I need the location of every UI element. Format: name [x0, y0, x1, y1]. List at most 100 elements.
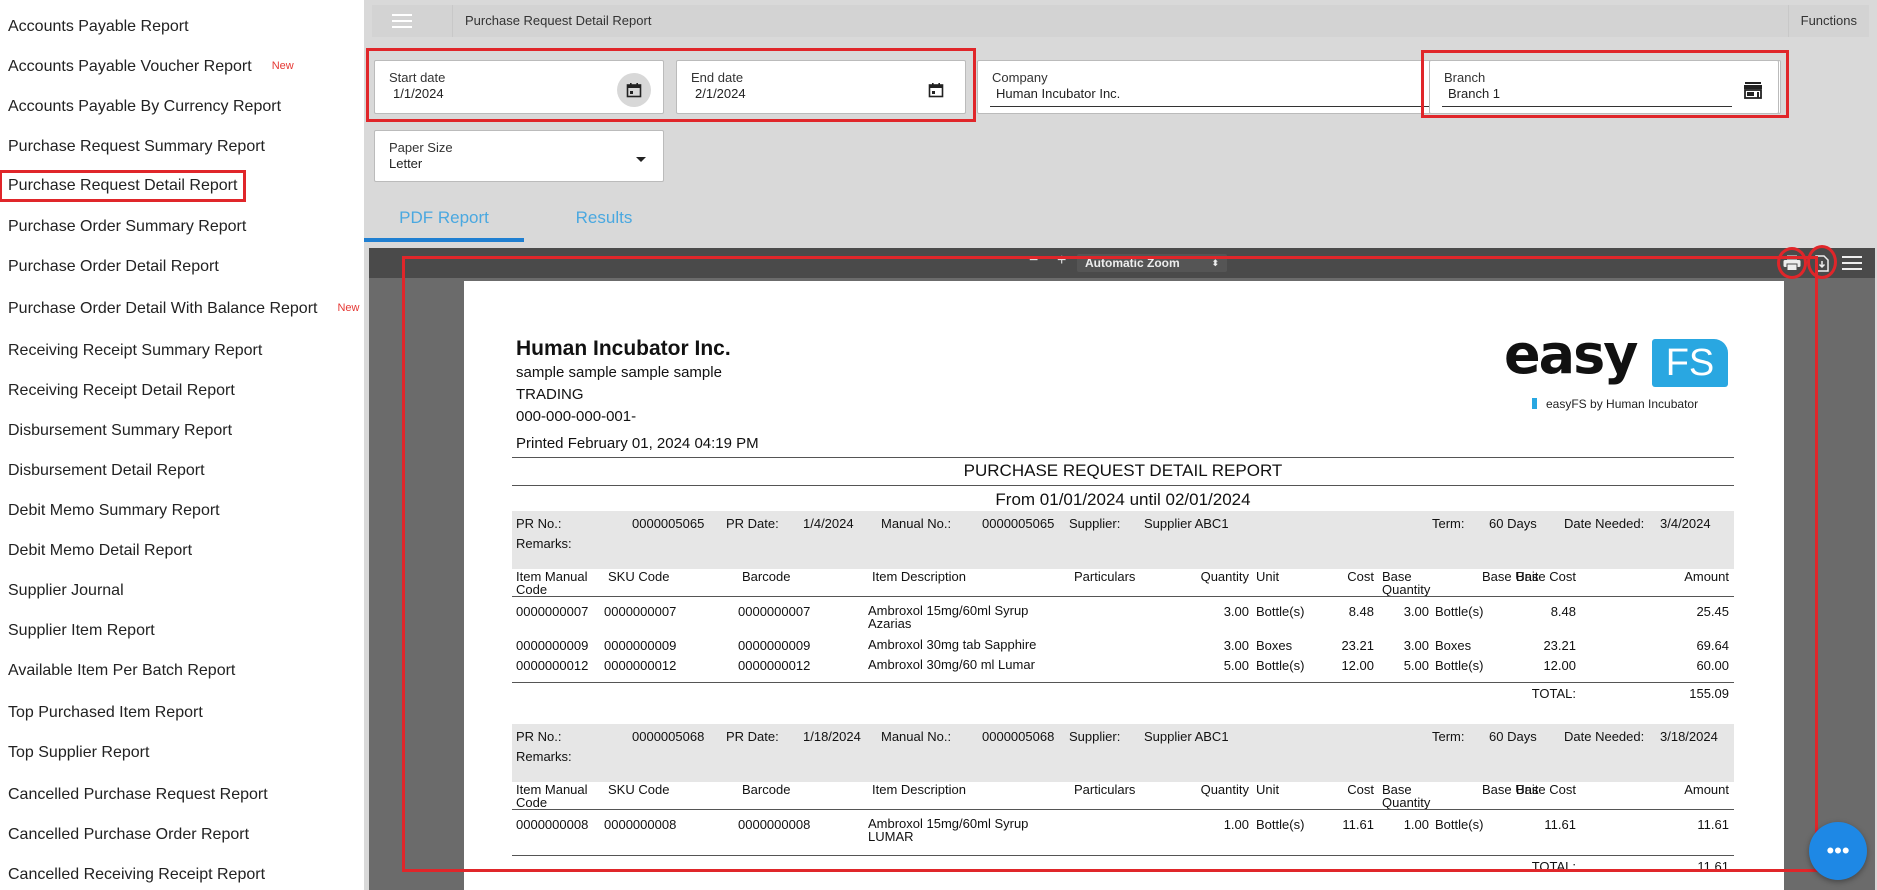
sidebar-item[interactable]: Accounts Payable By Currency Report — [8, 98, 281, 116]
sidebar-item[interactable]: Cancelled Purchase Request Report — [8, 786, 268, 804]
cell-cost: 23.21 — [1341, 638, 1374, 653]
store-icon[interactable] — [1736, 73, 1770, 107]
tab-results[interactable]: Results — [524, 200, 684, 242]
table-bottom-rule — [512, 682, 1734, 683]
start-date-value[interactable]: 1/1/2024 — [393, 86, 444, 101]
term-value: 60 Days — [1489, 516, 1537, 531]
end-date-value[interactable]: 2/1/2024 — [695, 86, 746, 101]
sidebar-item[interactable]: Disbursement Summary Report — [8, 422, 232, 440]
logo-fs-text: FS — [1652, 339, 1728, 387]
sidebar-item[interactable]: Receiving Receipt Detail Report — [8, 382, 235, 400]
paper-size-select[interactable]: Paper Size Letter — [374, 130, 664, 182]
start-date-field[interactable]: Start date 1/1/2024 — [374, 60, 664, 114]
column-header: Base Cost — [1516, 569, 1576, 584]
column-header: Item Manual Code — [516, 569, 588, 597]
cell-bcost: 8.48 — [1550, 604, 1576, 619]
divider — [512, 457, 1734, 458]
cell-desc: Ambroxol 30mg tab Sapphire — [868, 637, 1037, 652]
sidebar-item[interactable]: Accounts Payable Voucher Report New — [8, 58, 294, 76]
menu-icon[interactable] — [382, 5, 422, 37]
sidebar-item[interactable]: Supplier Journal — [8, 582, 124, 600]
cell-base-unit: Bottle(s) — [1435, 658, 1484, 673]
column-header: Cost — [1347, 782, 1374, 797]
sidebar-item[interactable]: Cancelled Purchase Order Report — [8, 826, 249, 844]
calendar-icon[interactable] — [919, 73, 953, 107]
sidebar-item[interactable]: Purchase Request Summary Report — [8, 138, 265, 156]
total-value: 11.61 — [1697, 859, 1729, 874]
sidebar-item-label: Accounts Payable By Currency Report — [8, 98, 282, 115]
cell-bqty: 1.00 — [1403, 817, 1429, 832]
pdf-viewer[interactable]: − + Automatic Zoom ⬍ Human Incubator Inc… — [369, 248, 1875, 890]
sidebar-item-label: Supplier Item Report — [8, 622, 155, 639]
menu-icon[interactable] — [1841, 252, 1863, 274]
sidebar-item-label: Available Item Per Batch Report — [8, 662, 236, 679]
functions-button[interactable]: Functions — [1787, 5, 1869, 37]
logo-tagline: easyFS by Human Incubator — [1532, 397, 1698, 411]
new-badge: New — [337, 302, 360, 314]
sidebar-item[interactable]: Debit Memo Summary Report — [8, 502, 220, 520]
company-value[interactable]: Human Incubator Inc. — [996, 86, 1120, 101]
sidebar-item-label: Debit Memo Detail Report — [8, 542, 193, 559]
main-panel: Purchase Request Detail Report Functions… — [364, 0, 1877, 890]
cell-bqty: 3.00 — [1403, 638, 1429, 653]
sidebar-item[interactable]: Purchase Order Detail Report — [8, 258, 219, 276]
top-bar: Purchase Request Detail Report Functions — [372, 5, 1869, 37]
cell-bqty: 5.00 — [1403, 658, 1429, 673]
sidebar-item-label: Disbursement Detail Report — [8, 462, 205, 479]
date-needed-value: 3/4/2024 — [1660, 516, 1711, 531]
sidebar-item[interactable]: Purchase Request Detail Report — [0, 170, 247, 202]
sidebar-item-label: Top Purchased Item Report — [8, 704, 203, 721]
cell-amount: 69.64 — [1696, 638, 1729, 653]
branch-value[interactable]: Branch 1 — [1448, 86, 1500, 101]
cell-base-unit: Boxes — [1435, 638, 1472, 653]
pr-no-value: 0000005068 — [632, 729, 705, 744]
more-icon: ••• — [1826, 838, 1850, 863]
branch-field[interactable]: Branch Branch 1 — [1429, 60, 1779, 114]
pr-no-label: PR No.: — [516, 729, 562, 744]
sidebar-item[interactable]: Receiving Receipt Summary Report — [8, 342, 262, 360]
sidebar-item[interactable]: Accounts Payable Report — [8, 18, 189, 36]
zoom-out-button[interactable]: − — [1029, 252, 1038, 270]
manual-no-value: 0000005068 — [982, 729, 1055, 744]
paper-size-value[interactable]: Letter — [389, 156, 422, 171]
download-icon[interactable] — [1811, 252, 1833, 274]
pdf-page: Human Incubator Inc. sample sample sampl… — [464, 281, 1784, 890]
sidebar-item[interactable]: Top Supplier Report — [8, 744, 149, 762]
end-date-field[interactable]: End date 2/1/2024 — [676, 60, 966, 114]
sidebar-item[interactable]: Purchase Order Detail With Balance Repor… — [8, 300, 359, 318]
sidebar-item[interactable]: Disbursement Detail Report — [8, 462, 205, 480]
cell-sku: 0000000009 — [604, 638, 677, 653]
branch-label: Branch — [1444, 70, 1486, 85]
zoom-select[interactable]: Automatic Zoom ⬍ — [1077, 254, 1227, 272]
date-needed-label: Date Needed: — [1564, 516, 1645, 531]
supplier-label: Supplier: — [1069, 729, 1121, 744]
more-actions-button[interactable]: ••• — [1809, 822, 1867, 880]
sidebar-item[interactable]: Available Item Per Batch Report — [8, 662, 235, 680]
cell-bcost: 11.61 — [1544, 817, 1576, 832]
sidebar-item[interactable]: Debit Memo Detail Report — [8, 542, 192, 560]
column-header: Item Description — [872, 569, 966, 584]
cell-cost: 12.00 — [1341, 658, 1374, 673]
print-icon[interactable] — [1781, 252, 1803, 274]
cell-base-unit: Bottle(s) — [1435, 604, 1484, 619]
sidebar-item[interactable]: Top Purchased Item Report — [8, 704, 203, 722]
cell-unit: Bottle(s) — [1256, 817, 1305, 832]
calendar-icon[interactable] — [617, 73, 651, 107]
cell-manual: 0000000008 — [516, 817, 589, 832]
zoom-in-button[interactable]: + — [1057, 252, 1066, 270]
sidebar-item-label: Disbursement Summary Report — [8, 422, 233, 439]
report-business-type: TRADING — [516, 386, 584, 403]
term-label: Term: — [1432, 729, 1465, 744]
tab-pdf-report[interactable]: PDF Report — [364, 200, 524, 242]
sidebar-item[interactable]: Purchase Order Summary Report — [8, 218, 246, 236]
cell-sku: 0000000007 — [604, 604, 677, 619]
cell-sku: 0000000012 — [604, 658, 677, 673]
term-label: Term: — [1432, 516, 1465, 531]
sidebar-item[interactable]: Cancelled Receiving Receipt Report — [8, 866, 265, 884]
chevron-down-icon[interactable] — [635, 151, 647, 169]
sidebar-item[interactable]: Supplier Item Report — [8, 622, 155, 640]
sidebar-item-label: Supplier Journal — [8, 582, 124, 599]
report-company-name: Human Incubator Inc. — [516, 337, 731, 360]
cell-desc: Ambroxol 30mg/60 ml Lumar — [868, 657, 1035, 672]
cell-cost: 8.48 — [1348, 604, 1374, 619]
